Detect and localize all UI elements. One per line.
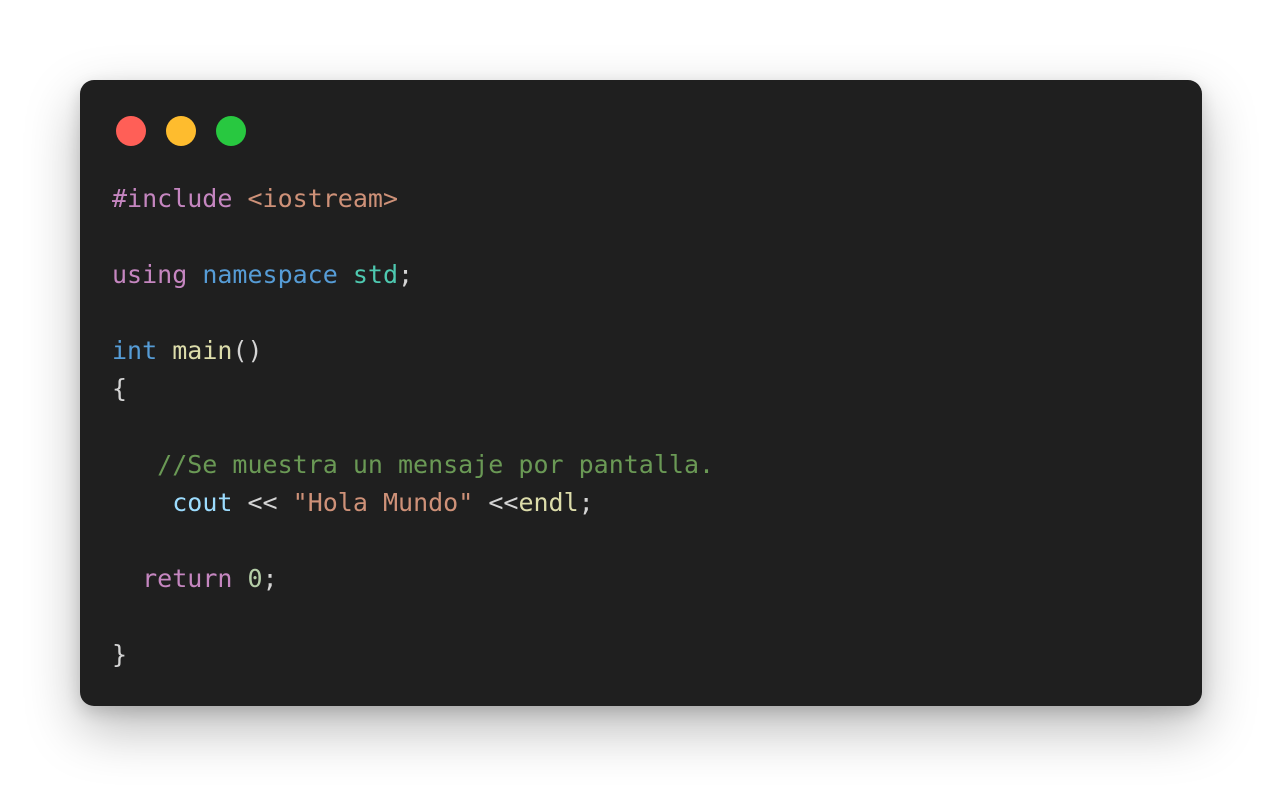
code-line: cout << "Hola Mundo" <<endl; (112, 484, 714, 522)
code-token-op: << (232, 488, 293, 517)
code-token-var: cout (172, 488, 233, 517)
code-token-punct (157, 336, 172, 365)
code-token-punct (232, 564, 247, 593)
minimize-window-icon[interactable] (166, 116, 196, 146)
code-line: int main() (112, 332, 714, 370)
code-token-func: endl (518, 488, 579, 517)
code-token-comment: //Se muestra un mensaje por pantalla. (157, 450, 715, 479)
code-token-ns: std (352, 260, 399, 289)
code-line: return 0; (112, 560, 714, 598)
code-token-punct (232, 184, 247, 213)
code-token-number: 0 (247, 564, 263, 593)
code-line: } (112, 636, 714, 674)
code-token-string: "Hola Mundo" (292, 488, 474, 517)
code-token-preproc: #include (112, 184, 233, 213)
code-token-punct (112, 450, 157, 479)
code-token-storage: namespace (202, 260, 338, 289)
code-token-punct (112, 564, 142, 593)
code-token-keyword: using (112, 260, 188, 289)
code-token-storage: int (112, 336, 158, 365)
code-token-op: << (473, 488, 519, 517)
code-line: #include <iostream> (112, 180, 714, 218)
code-token-punct: () (232, 336, 263, 365)
close-window-icon[interactable] (116, 116, 146, 146)
code-block: #include <iostream> using namespace std; i… (112, 180, 714, 674)
code-token-punct: ; (262, 564, 278, 593)
code-token-punct: } (112, 640, 128, 669)
code-token-punct (112, 488, 172, 517)
code-token-punct (187, 260, 202, 289)
code-line: { (112, 370, 714, 408)
code-token-keyword: return (142, 564, 233, 593)
code-token-punct: { (112, 374, 128, 403)
code-token-func: main (172, 336, 233, 365)
code-token-punct: ; (398, 260, 414, 289)
code-token-punct (338, 260, 353, 289)
code-token-punct: ; (578, 488, 594, 517)
code-line: //Se muestra un mensaje por pantalla. (112, 446, 714, 484)
maximize-window-icon[interactable] (216, 116, 246, 146)
code-line: using namespace std; (112, 256, 714, 294)
code-token-include: <iostream> (247, 184, 398, 213)
code-window: #include <iostream> using namespace std; i… (80, 80, 1202, 706)
